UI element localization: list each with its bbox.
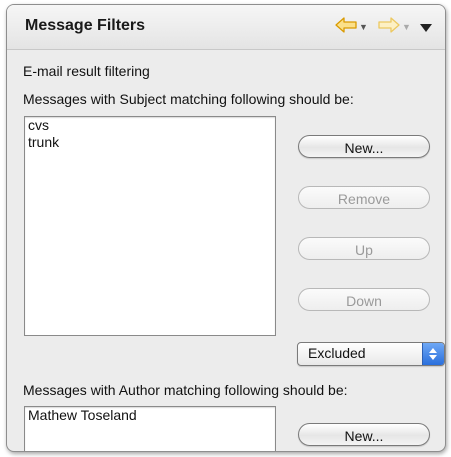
subject-filter-label: Messages with Subject matching following… [23,91,354,107]
view-title: Message Filters [25,17,146,34]
subject-down-button[interactable]: Down [298,288,430,311]
author-new-button[interactable]: New... [298,423,430,446]
subject-new-button[interactable]: New... [298,135,430,158]
section-label: E-mail result filtering [23,63,150,79]
view-title-bar: Message Filters ▼ ▼ [7,5,445,50]
subject-mode-value: Excluded [308,345,366,361]
subject-remove-button[interactable]: Remove [298,186,430,209]
view-menu-icon[interactable] [420,24,432,32]
back-nav-button[interactable]: ▼ [335,15,368,39]
select-arrows-icon [422,343,444,365]
author-filter-label: Messages with Author matching following … [23,382,348,398]
back-dropdown-icon: ▼ [359,22,368,32]
subject-mode-select[interactable]: Excluded [297,342,445,366]
forward-nav-button[interactable]: ▼ [378,15,411,39]
subject-filter-list[interactable]: cvs trunk [24,116,276,336]
back-arrow-icon [335,16,357,38]
forward-dropdown-icon: ▼ [402,22,411,32]
list-item[interactable]: cvs [25,117,275,134]
subject-up-button[interactable]: Up [298,237,430,260]
forward-arrow-icon [378,16,400,38]
author-filter-list[interactable]: Mathew Toseland [24,406,276,451]
message-filters-view: Message Filters ▼ ▼ E-mail result filter… [6,4,446,452]
list-item[interactable]: trunk [25,134,275,151]
list-item[interactable]: Mathew Toseland [25,407,275,424]
